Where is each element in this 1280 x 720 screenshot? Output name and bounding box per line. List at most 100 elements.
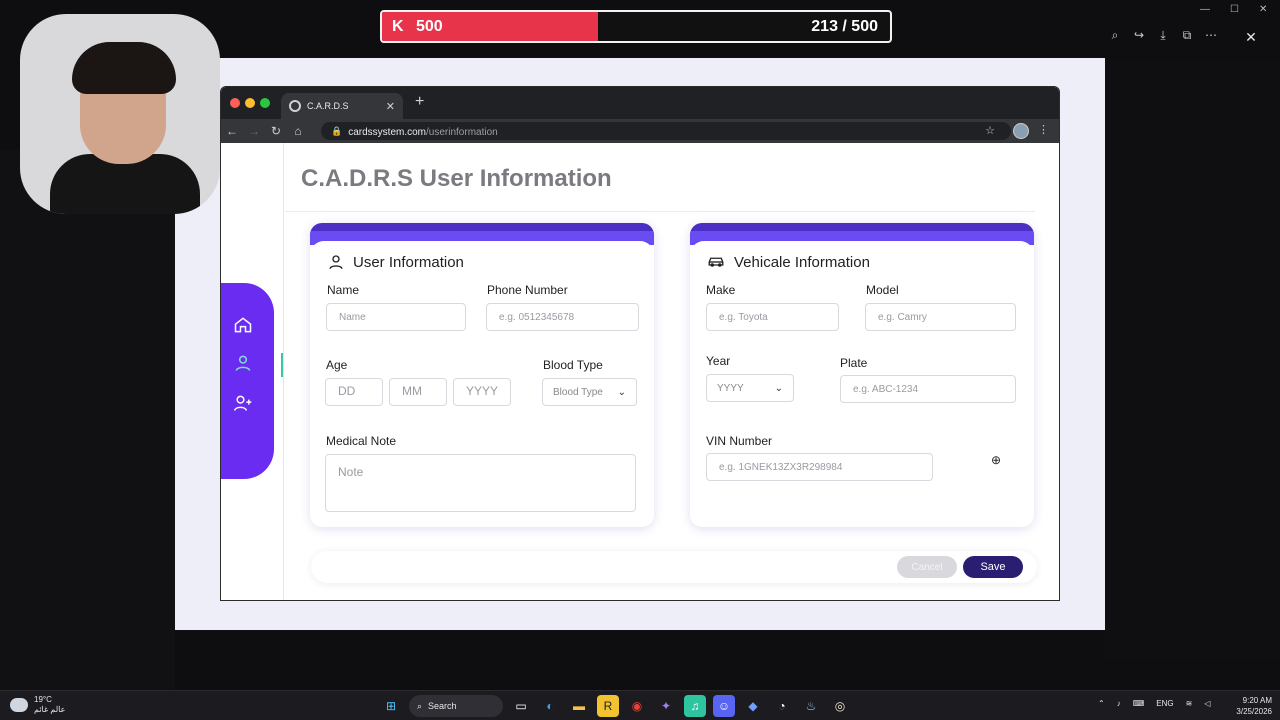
year-value: YYYY xyxy=(717,382,744,394)
taskbar-search[interactable]: ⌕ Search xyxy=(409,695,503,717)
favicon-icon xyxy=(289,100,301,112)
active-nav-indicator xyxy=(281,353,283,377)
address-bar: ← → ↻ ⌂ 🔒 cardssystem.com/userinformatio… xyxy=(221,119,1059,143)
microphone-icon[interactable]: ♪ xyxy=(1117,699,1121,708)
medical-note-textarea[interactable] xyxy=(325,454,636,512)
new-tab-icon[interactable]: + xyxy=(415,93,424,111)
name-input[interactable] xyxy=(326,303,466,331)
chevron-down-icon: ⌄ xyxy=(774,382,783,394)
browser-menu-icon[interactable]: ⋮ xyxy=(1038,123,1049,136)
zoom-cursor-icon: ⊕ xyxy=(991,453,1002,467)
progress-hud: K 500 213 / 500 xyxy=(380,10,892,43)
user-icon[interactable] xyxy=(233,353,253,373)
search-icon: ⌕ xyxy=(417,700,423,711)
taskbar-apps: ⊞ ⌕ Search ▭ ◐ ▬ R ◉ ✦ ♫ ☺ ◆ ◔ ♨ ◎ xyxy=(380,695,851,717)
title-divider xyxy=(285,211,1035,212)
weather-temp: 19°C xyxy=(34,695,52,704)
close-dot-icon[interactable] xyxy=(230,98,240,108)
save-button[interactable]: Save xyxy=(963,556,1023,578)
sidebar-divider xyxy=(283,143,284,600)
vehicle-card-title: Vehicale Information xyxy=(734,253,870,271)
voice-app-icon[interactable]: ♫ xyxy=(684,695,706,717)
year-select[interactable]: YYYY ⌄ xyxy=(706,374,794,402)
edge-icon[interactable]: ◐ xyxy=(539,695,561,717)
age-label: Age xyxy=(326,358,348,372)
minimize-dot-icon[interactable] xyxy=(245,98,255,108)
model-input[interactable] xyxy=(865,303,1016,331)
bookmark-star-icon[interactable]: ☆ xyxy=(985,124,995,137)
url-host: cardssystem.com xyxy=(348,127,427,138)
webcam-overlay xyxy=(20,14,220,214)
share-icon[interactable]: ↪ xyxy=(1130,26,1148,44)
car-icon xyxy=(708,257,724,267)
forward-icon[interactable]: → xyxy=(243,124,265,138)
vpn-icon[interactable]: ◆ xyxy=(742,695,764,717)
home-icon[interactable] xyxy=(233,315,253,335)
open-external-icon[interactable]: ⧉ xyxy=(1178,26,1196,44)
game-app-icon[interactable]: ◎ xyxy=(829,695,851,717)
age-month-input[interactable] xyxy=(389,378,447,406)
maximize-icon[interactable]: ☐ xyxy=(1230,4,1239,15)
url-field[interactable]: 🔒 cardssystem.com/userinformation xyxy=(321,122,1011,140)
blood-type-select[interactable]: Blood Type ⌄ xyxy=(542,378,637,406)
blood-type-label: Blood Type xyxy=(543,358,603,372)
reload-icon[interactable]: ↻ xyxy=(265,124,287,138)
make-input[interactable] xyxy=(706,303,839,331)
zoom-dot-icon[interactable] xyxy=(260,98,270,108)
clock-app-icon[interactable]: ◔ xyxy=(771,695,793,717)
weather-text: عالم غائم xyxy=(34,705,66,714)
vehicle-information-card: Vehicale Information Make Model Year YYY… xyxy=(690,223,1034,527)
steam-icon[interactable]: ♨ xyxy=(800,695,822,717)
weather-widget[interactable]: 19°C عالم غائم xyxy=(10,695,65,715)
tab-title: C.A.R.D.S xyxy=(307,101,349,111)
plate-input[interactable] xyxy=(840,375,1016,403)
keyboard-icon[interactable]: ⌨ xyxy=(1133,699,1145,708)
home-nav-icon[interactable]: ⌂ xyxy=(287,124,309,138)
url-path: /userinformation xyxy=(426,127,498,138)
name-label: Name xyxy=(327,283,360,297)
vehicle-card-header: Vehicale Information xyxy=(706,253,870,271)
browser-tab[interactable]: C.A.R.D.S ✕ xyxy=(281,93,403,119)
close-window-icon[interactable]: ✕ xyxy=(1259,4,1267,15)
system-tray: ⌃ ♪ ⌨ ENG ≋ ◁ xyxy=(1098,699,1210,708)
user-card-title: User Information xyxy=(353,253,464,271)
window-controls: — ☐ ✕ xyxy=(1200,4,1267,15)
date: 3/25/2026 xyxy=(1236,707,1272,716)
plate-label: Plate xyxy=(840,356,868,370)
chevron-down-icon: ⌄ xyxy=(617,386,626,398)
copilot-icon[interactable]: ✦ xyxy=(655,695,677,717)
tab-bar: C.A.R.D.S ✕ + xyxy=(221,87,1059,119)
file-explorer-icon[interactable]: ▬ xyxy=(568,695,590,717)
vin-input[interactable] xyxy=(706,453,933,481)
windows-start-icon[interactable]: ⊞ xyxy=(380,695,402,717)
year-label: Year xyxy=(706,354,731,368)
time: 9:20 AM xyxy=(1242,696,1272,705)
age-year-input[interactable] xyxy=(453,378,511,406)
download-icon[interactable]: ⤓ xyxy=(1154,26,1172,44)
hud-left-value: 500 xyxy=(416,18,443,35)
wifi-icon[interactable]: ≋ xyxy=(1186,699,1193,708)
back-icon[interactable]: ← xyxy=(221,124,243,138)
webcam-hair-shape xyxy=(72,42,176,94)
app-r-icon[interactable]: R xyxy=(597,695,619,717)
discord-icon[interactable]: ☺ xyxy=(713,695,735,717)
taskbar-clock[interactable]: 9:20 AM 3/25/2026 xyxy=(1222,695,1272,717)
chrome-icon[interactable]: ◉ xyxy=(626,695,648,717)
language-indicator[interactable]: ENG xyxy=(1156,699,1173,708)
cloud-icon xyxy=(10,698,28,712)
tab-close-icon[interactable]: ✕ xyxy=(386,100,403,113)
viewer-toolbar: ⌕ ↪ ⤓ ⧉ ⋯ xyxy=(1106,26,1220,44)
blood-type-value: Blood Type xyxy=(553,386,603,398)
volume-icon[interactable]: ◁ xyxy=(1204,699,1210,708)
cancel-button[interactable]: Cancel xyxy=(897,556,957,578)
more-icon[interactable]: ⋯ xyxy=(1202,26,1220,44)
profile-avatar[interactable] xyxy=(1013,123,1029,139)
viewer-close-icon[interactable]: ✕ xyxy=(1240,26,1262,48)
tray-overflow-icon[interactable]: ⌃ xyxy=(1098,699,1105,708)
zoom-icon[interactable]: ⌕ xyxy=(1106,26,1124,44)
add-user-icon[interactable] xyxy=(233,393,253,413)
phone-input[interactable] xyxy=(486,303,639,331)
age-day-input[interactable] xyxy=(325,378,383,406)
minimize-icon[interactable]: — xyxy=(1200,4,1210,15)
task-view-icon[interactable]: ▭ xyxy=(510,695,532,717)
